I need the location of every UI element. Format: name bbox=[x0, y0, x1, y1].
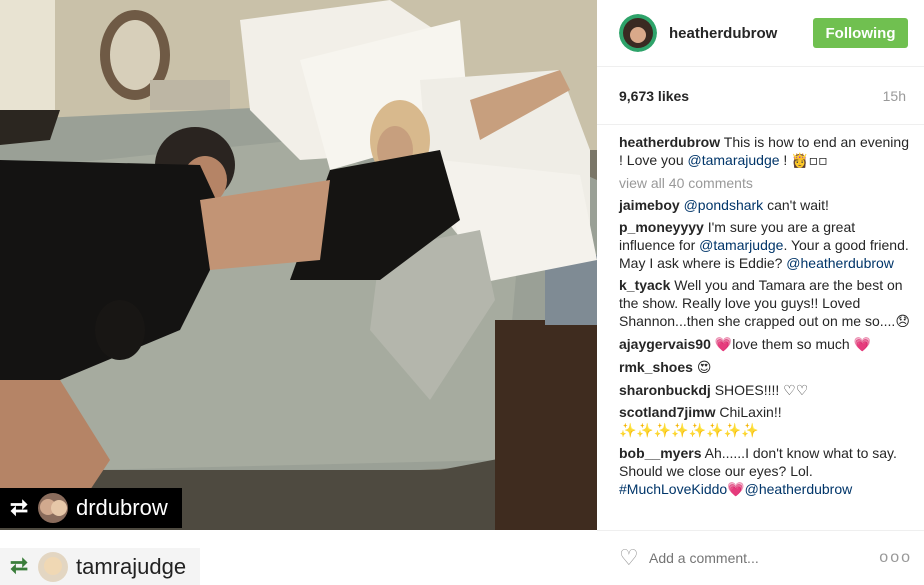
comment-text: can't wait! bbox=[763, 197, 829, 213]
heart-icon[interactable]: ♡ bbox=[619, 546, 649, 571]
comment-username[interactable]: jaimeboy bbox=[619, 197, 680, 213]
comment-emoji: 💗 bbox=[727, 482, 745, 498]
comment-username[interactable]: p_moneyyyy bbox=[619, 219, 704, 235]
comment-text: love them so much bbox=[732, 336, 854, 352]
like-count[interactable]: 9,673 likes bbox=[619, 88, 689, 104]
post-photo[interactable] bbox=[0, 0, 597, 530]
post-username[interactable]: heatherdubrow bbox=[669, 25, 813, 42]
comment-emoji: 😍 bbox=[696, 360, 712, 376]
comment-text: ChiLaxin!! bbox=[719, 404, 782, 420]
list-item: jaimeboy @pondshark can't wait! bbox=[619, 196, 910, 214]
more-options-icon[interactable]: ooo bbox=[879, 549, 912, 567]
comment-username[interactable]: ajaygervais90 bbox=[619, 336, 711, 352]
repost-tag-name: drdubrow bbox=[76, 495, 168, 520]
comment-emoji: 💗 bbox=[714, 337, 733, 353]
post-sidebar: heatherdubrow Following 9,673 likes 15h … bbox=[597, 0, 924, 585]
list-item: bob__myers Ah......I don't know what to … bbox=[619, 444, 910, 499]
comment-emoji: 💗 bbox=[853, 337, 872, 353]
caption-text: ! bbox=[779, 152, 788, 168]
repost-tag-name: tamrajudge bbox=[76, 553, 187, 579]
repost-icon: ⮂ bbox=[10, 495, 28, 521]
mention-link[interactable]: @heatherdubrow bbox=[745, 481, 853, 497]
caption-emoji: 👸▫▫ bbox=[791, 153, 828, 169]
repost-tag-tamrajudge[interactable]: ⮂ tamrajudge bbox=[0, 548, 201, 585]
list-item: scotland7jimw ChiLaxin!! ✨✨✨✨✨✨✨✨ bbox=[619, 403, 910, 440]
comment-text: SHOES!!!! ♡♡ bbox=[714, 382, 809, 398]
list-item: p_moneyyyy I'm sure you are a great infl… bbox=[619, 218, 910, 272]
post-header: heatherdubrow Following bbox=[597, 0, 924, 67]
comment-emoji: ✨✨✨✨✨✨✨✨ bbox=[619, 423, 759, 439]
list-item: rmk_shoes 😍 bbox=[619, 358, 910, 377]
view-all-comments-link[interactable]: view all 40 comments bbox=[619, 174, 910, 192]
repost-icon: ⮂ bbox=[10, 554, 28, 579]
comment-username[interactable]: scotland7jimw bbox=[619, 404, 715, 420]
mention-link[interactable]: @heatherdubrow bbox=[786, 255, 894, 271]
post-meta: 9,673 likes 15h bbox=[597, 67, 924, 125]
following-button[interactable]: Following bbox=[813, 18, 908, 48]
caption: heatherdubrow This is how to end an even… bbox=[619, 133, 910, 170]
avatar[interactable] bbox=[619, 14, 657, 52]
mention-link[interactable]: @tamarjudge bbox=[699, 237, 783, 253]
comment-bar: ♡ ooo bbox=[597, 530, 924, 585]
comment-emoji: 😞 bbox=[895, 314, 910, 330]
list-item: ajaygervais90 💗love them so much 💗 bbox=[619, 335, 910, 354]
list-item: sharonbuckdj SHOES!!!! ♡♡ bbox=[619, 381, 910, 399]
hashtag-link[interactable]: #MuchLoveKiddo bbox=[619, 481, 727, 497]
list-item: k_tyack Well you and Tamara are the best… bbox=[619, 276, 910, 331]
comment-username[interactable]: heatherdubrow bbox=[619, 134, 720, 150]
avatar bbox=[38, 493, 68, 523]
comment-username[interactable]: sharonbuckdj bbox=[619, 382, 711, 398]
comment-username[interactable]: k_tyack bbox=[619, 277, 670, 293]
comment-username[interactable]: bob__myers bbox=[619, 445, 701, 461]
comments-list: heatherdubrow This is how to end an even… bbox=[597, 125, 924, 527]
add-comment-input[interactable] bbox=[649, 550, 880, 566]
comment-username[interactable]: rmk_shoes bbox=[619, 359, 693, 375]
repost-tag-drdubrow[interactable]: ⮂ drdubrow bbox=[0, 488, 182, 528]
post-age[interactable]: 15h bbox=[883, 88, 906, 104]
mention-link[interactable]: @tamarajudge bbox=[688, 152, 780, 168]
mention-link[interactable]: @pondshark bbox=[684, 197, 764, 213]
avatar bbox=[38, 551, 68, 582]
